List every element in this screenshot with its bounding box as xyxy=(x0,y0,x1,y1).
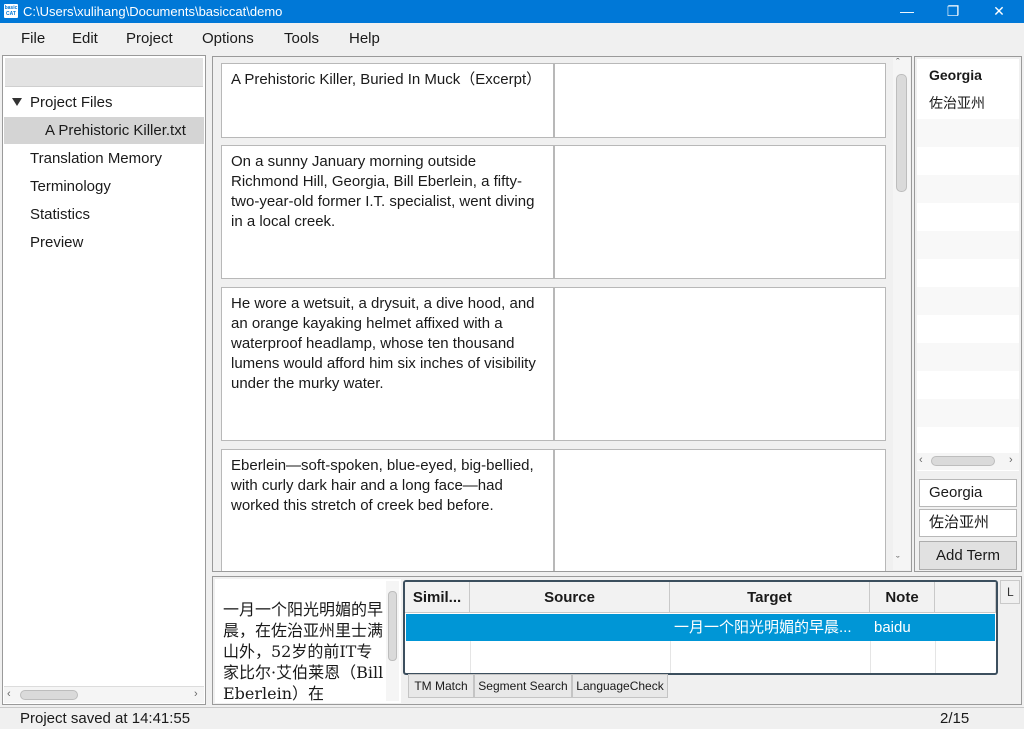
tab-language-check[interactable]: LanguageCheck xyxy=(572,674,668,698)
menu-file[interactable]: File xyxy=(21,30,45,47)
column-header-target[interactable]: Target xyxy=(670,582,870,613)
app-window: basic CAT C:\Users\xulihang\Documents\bas… xyxy=(0,0,1024,729)
tree-item-preview[interactable]: Preview xyxy=(4,229,204,256)
menu-project[interactable]: Project xyxy=(126,30,173,47)
term-empty-row xyxy=(917,203,1019,231)
tree-item-label: A Prehistoric Killer.txt xyxy=(45,122,186,139)
close-icon[interactable]: ✕ xyxy=(976,0,1022,23)
translation-preview: 一月一个阳光明媚的早晨，在佐治亚州里士满山外，52岁的前IT专家比尔·艾伯莱恩（… xyxy=(215,579,401,703)
term-empty-row xyxy=(917,175,1019,203)
cell-source xyxy=(470,614,670,641)
tree-item-label: Project Files xyxy=(30,94,113,111)
scroll-thumb[interactable] xyxy=(388,591,397,661)
column-header-note[interactable]: Note xyxy=(870,582,935,613)
term-empty-row xyxy=(917,343,1019,371)
preview-scrollbar[interactable] xyxy=(386,581,399,701)
cell-similarity xyxy=(406,614,470,641)
tab-segment-search[interactable]: Segment Search xyxy=(474,674,572,698)
column-header-empty xyxy=(935,582,996,613)
project-tree: Project Files A Prehistoric Killer.txt T… xyxy=(2,55,206,705)
tree-item-label: Statistics xyxy=(30,206,91,223)
terminology-panel: Georgia 佐治亚州 ‹ › Georgia 佐治亚州 Add Term xyxy=(914,56,1022,572)
term-empty-row xyxy=(917,287,1019,315)
side-tab-stub[interactable]: L xyxy=(1000,580,1020,604)
segment-target[interactable] xyxy=(554,63,886,138)
term-empty-row xyxy=(917,147,1019,175)
column-header-source[interactable]: Source xyxy=(470,582,670,613)
scroll-thumb[interactable] xyxy=(896,74,907,192)
scroll-up-icon[interactable]: ˆ xyxy=(896,56,900,71)
scroll-thumb[interactable] xyxy=(931,456,995,466)
term-empty-row xyxy=(917,259,1019,287)
tree-item-statistics[interactable]: Statistics xyxy=(4,201,204,228)
segment-source[interactable]: He wore a wetsuit, a drysuit, a dive hoo… xyxy=(221,287,554,441)
editor-vertical-scrollbar[interactable]: ˆ ˇ xyxy=(893,56,910,570)
expand-triangle-icon[interactable] xyxy=(12,98,22,106)
term-target: 佐治亚州 xyxy=(929,95,985,111)
term-empty-row xyxy=(917,315,1019,343)
tree-item-translation-memory[interactable]: Translation Memory xyxy=(4,145,204,172)
table-row[interactable]: 一月一个阳光明媚的早晨... baidu xyxy=(406,614,995,641)
app-icon: basic CAT xyxy=(4,4,18,18)
segment-target[interactable] xyxy=(554,449,886,571)
segment-source[interactable]: Eberlein—soft-spoken, blue-eyed, big-bel… xyxy=(221,449,554,571)
term-empty-row xyxy=(917,119,1019,147)
term-list: Georgia 佐治亚州 xyxy=(917,59,1019,471)
term-empty-row xyxy=(917,371,1019,399)
column-header-similarity[interactable]: Simil... xyxy=(405,582,470,613)
tree-item-file[interactable]: A Prehistoric Killer.txt xyxy=(4,117,204,144)
menu-options[interactable]: Options xyxy=(202,30,254,47)
segment-target[interactable] xyxy=(554,145,886,279)
tree-item-label: Terminology xyxy=(30,178,111,195)
term-target-input[interactable]: 佐治亚州 xyxy=(919,509,1017,537)
scroll-right-icon[interactable]: › xyxy=(194,687,198,702)
term-horizontal-scrollbar[interactable]: ‹ › xyxy=(917,453,1019,470)
term-source-input[interactable]: Georgia xyxy=(919,479,1017,507)
term-source: Georgia xyxy=(929,67,982,83)
tree-item-label: Translation Memory xyxy=(30,150,162,167)
term-empty-row xyxy=(917,231,1019,259)
menu-tools[interactable]: Tools xyxy=(284,30,319,47)
tree-horizontal-scrollbar[interactable]: ‹ › xyxy=(4,686,204,703)
tree-item-project-files[interactable]: Project Files xyxy=(4,89,204,116)
column-divider xyxy=(870,641,871,673)
tree-header xyxy=(5,58,203,87)
segment-source[interactable]: A Prehistoric Killer, Buried In Muck（Exc… xyxy=(221,63,554,138)
cell-target: 一月一个阳光明媚的早晨... xyxy=(674,619,852,636)
tree-item-terminology[interactable]: Terminology xyxy=(4,173,204,200)
scroll-thumb[interactable] xyxy=(20,690,78,700)
term-empty-row xyxy=(917,399,1019,427)
status-bar: Project saved at 14:41:55 2/15 xyxy=(0,707,1024,729)
tab-tm-match[interactable]: TM Match xyxy=(408,674,474,698)
column-divider xyxy=(470,641,471,673)
segment-position: 2/15 xyxy=(940,710,970,727)
window-title: C:\Users\xulihang\Documents\basiccat\dem… xyxy=(23,4,283,19)
scroll-left-icon[interactable]: ‹ xyxy=(7,687,11,702)
menu-edit[interactable]: Edit xyxy=(72,30,98,47)
minimize-icon[interactable]: — xyxy=(884,0,930,23)
term-entry[interactable]: Georgia 佐治亚州 xyxy=(917,59,1019,115)
maximize-icon[interactable]: ❐ xyxy=(930,0,976,23)
column-divider xyxy=(935,641,936,673)
tree-item-label: Preview xyxy=(30,234,84,251)
cell-note: baidu xyxy=(874,619,911,636)
menu-bar: File Edit Project Options Tools Help xyxy=(0,23,1024,53)
column-divider xyxy=(670,641,671,673)
title-bar: basic CAT C:\Users\xulihang\Documents\bas… xyxy=(0,0,1024,23)
segment-editor: A Prehistoric Killer, Buried In Muck（Exc… xyxy=(212,56,912,572)
segment-target[interactable] xyxy=(554,287,886,441)
scroll-right-icon[interactable]: › xyxy=(1009,453,1013,468)
preview-text: 一月一个阳光明媚的早晨，在佐治亚州里士满山外，52岁的前IT专家比尔·艾伯莱恩（… xyxy=(223,600,384,703)
menu-help[interactable]: Help xyxy=(349,30,380,47)
scroll-left-icon[interactable]: ‹ xyxy=(919,453,923,468)
segment-source[interactable]: On a sunny January morning outside Richm… xyxy=(221,145,554,279)
add-term-button[interactable]: Add Term xyxy=(919,541,1017,570)
status-message: Project saved at 14:41:55 xyxy=(20,710,191,727)
scroll-down-icon[interactable]: ˇ xyxy=(896,554,900,569)
tm-match-table: Simil... Source Target Note 一月一个阳光明媚的早晨.… xyxy=(403,580,998,675)
